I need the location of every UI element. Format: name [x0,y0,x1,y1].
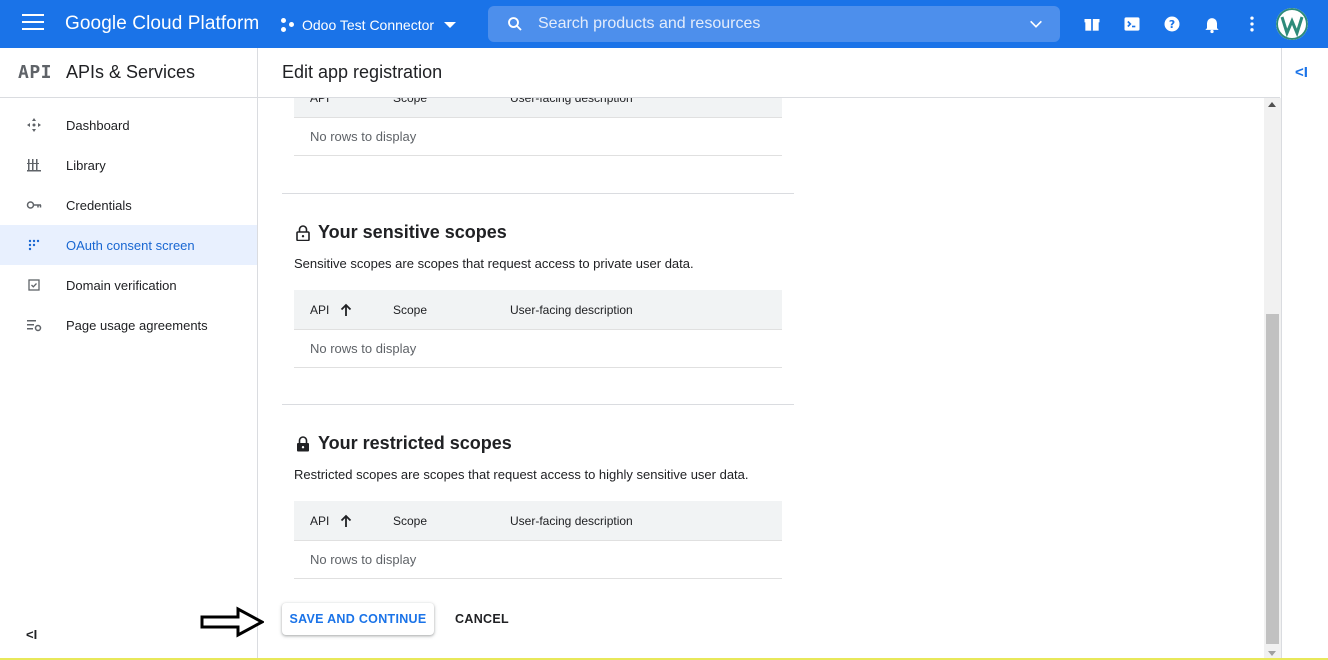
empty-row: No rows to display [294,540,782,579]
sensitive-scopes-title: Your sensitive scopes [318,222,507,242]
pointer-arrow-icon [200,606,264,638]
restricted-scopes-title: Your restricted scopes [318,433,512,453]
search-bar[interactable] [488,6,1060,42]
vertical-scrollbar[interactable] [1264,98,1281,660]
sensitive-scopes-heading: Your sensitive scopes [296,222,507,243]
empty-row: No rows to display [294,329,782,368]
sidebar-header: API APIs & Services [0,48,257,98]
sidebar-item-dashboard[interactable]: Dashboard [0,105,257,145]
sidebar-item-credentials[interactable]: Credentials [0,185,257,225]
sidebar-item-domain-verification[interactable]: Domain verification [0,265,257,305]
lock-open-icon [296,224,310,241]
sensitive-scopes-description: Sensitive scopes are scopes that request… [294,256,694,271]
oauth-icon [26,237,42,253]
project-icon [280,17,296,33]
column-api-label: API [310,98,329,105]
project-name: Odoo Test Connector [302,17,435,33]
section-divider [282,404,794,405]
column-api[interactable]: API [294,98,393,105]
expand-panel-icon[interactable]: <I [1295,64,1308,81]
sidebar-item-label: Page usage agreements [66,317,208,333]
project-selector[interactable]: Odoo Test Connector [280,12,457,38]
chevron-down-icon[interactable] [1028,16,1044,32]
column-scope: Scope [393,98,510,105]
empty-row: No rows to display [294,117,782,156]
scopes-table-sensitive: API Scope User-facing description No row… [294,290,782,368]
top-app-bar: Google Cloud Platform Odoo Test Connecto… [0,0,1328,48]
column-api-label: API [310,513,330,528]
sidebar-item-library[interactable]: Library [0,145,257,185]
column-description: User-facing description [510,513,633,528]
scrollbar-thumb[interactable] [1266,314,1279,644]
sidebar-item-oauth-consent-screen[interactable]: OAuth consent screen [0,225,257,265]
menu-icon[interactable] [22,14,44,34]
sidebar-item-label: Library [66,157,106,173]
api-logo: API [18,62,53,83]
section-divider [282,193,794,194]
column-scope: Scope [393,513,428,528]
main-content: API Scope User-facing description No row… [258,98,1264,660]
right-info-panel: <I [1281,48,1328,660]
gift-icon[interactable] [1082,14,1102,34]
table-header: API Scope User-facing description [294,501,782,540]
restricted-scopes-heading: Your restricted scopes [296,433,512,454]
lock-icon [297,435,309,451]
key-icon [26,197,42,213]
search-icon [508,17,522,31]
scroll-up-icon[interactable] [1268,102,1276,107]
sort-ascending-icon [341,303,352,316]
column-scope: Scope [393,302,428,317]
caret-down-icon [444,22,457,28]
sidebar-item-label: Domain verification [66,277,177,293]
checkbox-icon [26,277,42,293]
more-vert-icon[interactable] [1242,14,1262,34]
column-api[interactable]: API [294,303,393,317]
column-description: User-facing description [510,302,633,317]
settings-list-icon [26,317,42,333]
dashboard-icon [26,117,42,133]
sidebar-title: APIs & Services [66,62,196,82]
sidebar: API APIs & Services Dashboard Library Cr… [0,48,258,660]
column-api-label: API [310,302,330,317]
notifications-icon[interactable] [1202,14,1222,34]
help-icon[interactable]: ? [1162,14,1182,34]
cancel-button[interactable]: CANCEL [446,603,518,635]
sidebar-item-page-usage-agreements[interactable]: Page usage agreements [0,305,257,345]
table-header: API Scope User-facing description [294,290,782,329]
save-and-continue-button[interactable]: SAVE AND CONTINUE [282,603,434,635]
restricted-scopes-description: Restricted scopes are scopes that reques… [294,467,749,482]
user-avatar-icon [1276,8,1308,40]
table-header: API Scope User-facing description [294,98,782,117]
cloud-shell-icon[interactable] [1122,14,1142,34]
svg-text:?: ? [1169,18,1175,31]
page-title: Edit app registration [282,62,443,82]
column-description: User-facing description [510,98,633,105]
sort-ascending-icon [341,514,352,527]
avatar[interactable] [1276,8,1308,40]
search-input[interactable] [538,15,1008,33]
scopes-table-restricted: API Scope User-facing description No row… [294,501,782,579]
sidebar-item-label: Dashboard [66,117,130,133]
sidebar-item-label: Credentials [66,197,132,213]
library-icon [26,157,42,173]
scroll-down-icon[interactable] [1268,651,1276,656]
scopes-table-nonsensitive: API Scope User-facing description No row… [294,98,782,156]
column-api[interactable]: API [294,514,393,528]
collapse-sidebar-icon[interactable]: <I [26,627,37,642]
sidebar-item-label: OAuth consent screen [66,237,195,253]
brand-title[interactable]: Google Cloud Platform [65,13,259,35]
